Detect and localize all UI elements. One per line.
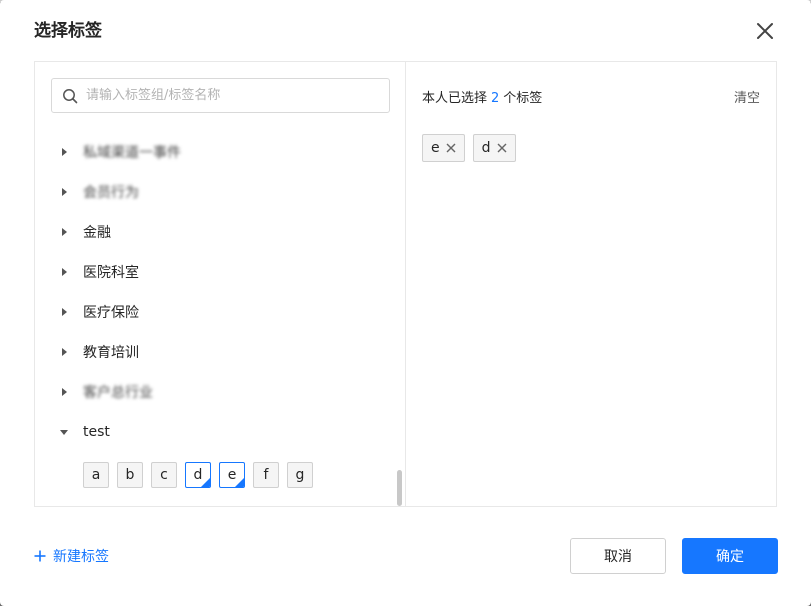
tree-group-item[interactable]: 医院科室 bbox=[59, 262, 139, 282]
tree-group-label: 会员行为 bbox=[83, 185, 139, 201]
selected-check-corner bbox=[235, 478, 244, 487]
selected-count: 2 bbox=[491, 91, 500, 106]
caret-down-icon[interactable] bbox=[59, 427, 69, 437]
tree-group-label: test bbox=[83, 424, 110, 440]
new-tag-label: 新建标签 bbox=[53, 549, 109, 565]
close-button[interactable] bbox=[752, 18, 778, 44]
selected-tags-panel: 本人已选择 2 个标签 清空 ed bbox=[406, 62, 776, 506]
search-input[interactable] bbox=[86, 79, 381, 112]
plus-icon bbox=[34, 550, 46, 562]
clear-button[interactable]: 清空 bbox=[734, 87, 760, 106]
tag-option-label: f bbox=[263, 467, 269, 483]
tree-group-item[interactable]: 教育培训 bbox=[59, 342, 139, 362]
tag-option-e[interactable]: e bbox=[219, 462, 245, 488]
dialog-title: 选择标签 bbox=[34, 21, 102, 41]
tag-option-b[interactable]: b bbox=[117, 462, 143, 488]
summary-prefix: 本人已选择 bbox=[422, 91, 488, 106]
tag-option-d[interactable]: d bbox=[185, 462, 211, 488]
caret-right-icon[interactable] bbox=[59, 147, 69, 157]
selected-tag-label: e bbox=[431, 140, 440, 156]
tree-group-label: 医疗保险 bbox=[83, 305, 139, 321]
close-icon bbox=[757, 23, 773, 39]
tree-group-item[interactable]: 私域渠道一事件 bbox=[59, 142, 181, 162]
tree-group-label: 医院科室 bbox=[83, 265, 139, 281]
tree-group-item[interactable]: 客户总行业 bbox=[59, 382, 153, 402]
search-icon bbox=[63, 89, 78, 104]
tree-group-item[interactable]: 会员行为 bbox=[59, 182, 139, 202]
tree-scrollbar[interactable] bbox=[397, 470, 402, 506]
tag-option-c[interactable]: c bbox=[151, 462, 177, 488]
tree-group-label: 私域渠道一事件 bbox=[83, 145, 181, 161]
tag-option-label: b bbox=[125, 467, 135, 483]
search-box[interactable] bbox=[51, 78, 390, 113]
test-tag-list: a b c de f g bbox=[83, 462, 313, 488]
tree-group-item[interactable]: 医疗保险 bbox=[59, 302, 139, 322]
tag-tree-panel: 私域渠道一事件会员行为金融医院科室医疗保险教育培训客户总行业 test a b c de… bbox=[35, 62, 406, 506]
selected-tag-chip: e bbox=[422, 134, 465, 162]
caret-right-icon[interactable] bbox=[59, 227, 69, 237]
caret-right-icon[interactable] bbox=[59, 307, 69, 317]
tag-option-f[interactable]: f bbox=[253, 462, 279, 488]
caret-right-icon[interactable] bbox=[59, 387, 69, 397]
caret-right-icon[interactable] bbox=[59, 267, 69, 277]
new-tag-button[interactable]: 新建标签 bbox=[34, 546, 109, 566]
tag-option-label: a bbox=[91, 467, 101, 483]
confirm-button[interactable]: 确定 bbox=[682, 538, 778, 574]
tag-option-label: g bbox=[295, 467, 305, 483]
tag-option-a[interactable]: a bbox=[83, 462, 109, 488]
tree-group-item[interactable]: 金融 bbox=[59, 222, 111, 242]
selected-check-corner bbox=[201, 478, 210, 487]
selected-tag-label: d bbox=[481, 140, 491, 156]
caret-right-icon[interactable] bbox=[59, 347, 69, 357]
remove-tag-icon[interactable] bbox=[497, 143, 507, 153]
dialog-body: 私域渠道一事件会员行为金融医院科室医疗保险教育培训客户总行业test abcde… bbox=[34, 61, 777, 507]
tag-option-g[interactable]: g bbox=[287, 462, 313, 488]
selection-summary: 本人已选择 2 个标签 bbox=[422, 87, 542, 106]
summary-suffix: 个标签 bbox=[503, 91, 543, 106]
tree-group-label: 金融 bbox=[83, 225, 111, 241]
cancel-button[interactable]: 取消 bbox=[570, 538, 666, 574]
selected-tag-chip: d bbox=[472, 134, 516, 162]
caret-right-icon[interactable] bbox=[59, 187, 69, 197]
tree-group-item[interactable]: test bbox=[59, 422, 110, 442]
remove-tag-icon[interactable] bbox=[446, 143, 456, 153]
select-tags-dialog: 选择标签 私域渠道一事件会员行为金融医院科室医疗保险教育培训客户总行业 test … bbox=[0, 0, 811, 606]
tag-option-label: c bbox=[160, 467, 168, 483]
selected-tag-list: ed bbox=[422, 134, 516, 162]
tree-group-label: 教育培训 bbox=[83, 345, 139, 361]
tree-group-label: 客户总行业 bbox=[83, 385, 153, 401]
